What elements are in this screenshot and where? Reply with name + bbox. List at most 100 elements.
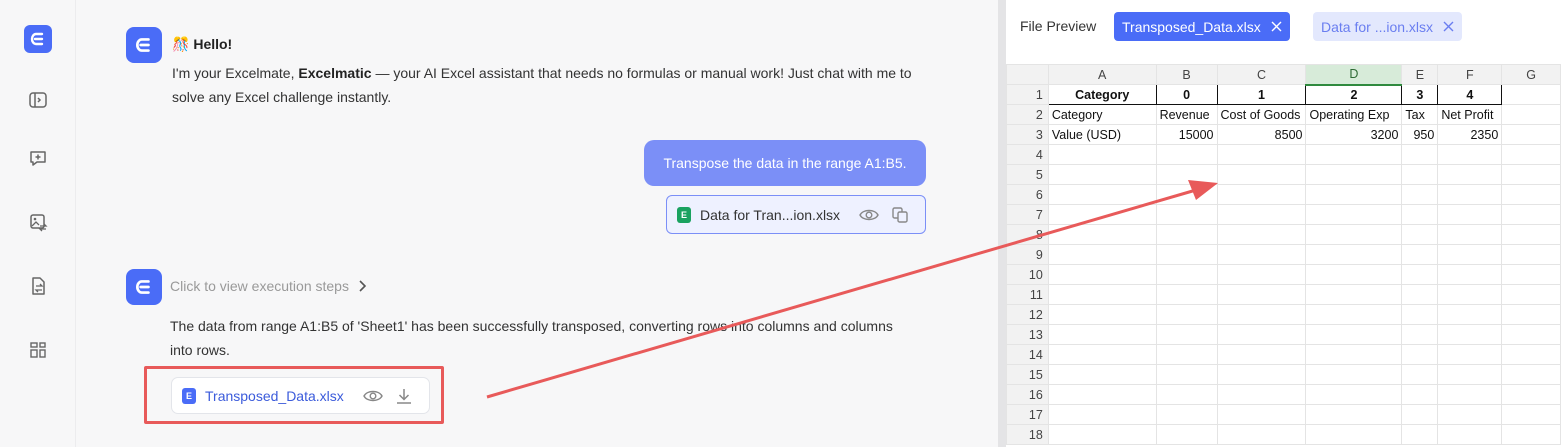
cell[interactable] — [1155, 244, 1218, 265]
cell[interactable]: Value (USD) — [1047, 124, 1157, 145]
cell[interactable] — [1437, 344, 1503, 365]
cell[interactable] — [1155, 224, 1218, 245]
row-header[interactable]: 12 — [1006, 304, 1049, 325]
cell[interactable]: 950 — [1401, 124, 1439, 145]
cell[interactable]: 3 — [1401, 84, 1439, 105]
cell[interactable] — [1047, 224, 1157, 245]
cell[interactable] — [1047, 244, 1157, 265]
cell[interactable]: Net Profit — [1437, 104, 1503, 125]
cell[interactable] — [1501, 364, 1561, 385]
cell[interactable] — [1401, 364, 1439, 385]
panel-toggle-icon[interactable] — [27, 89, 49, 111]
cell[interactable] — [1216, 424, 1307, 445]
cell[interactable] — [1305, 344, 1403, 365]
cell[interactable] — [1047, 204, 1157, 225]
cell[interactable] — [1155, 284, 1218, 305]
cell[interactable] — [1501, 304, 1561, 325]
cell[interactable] — [1155, 264, 1218, 285]
image-convert-icon[interactable] — [27, 211, 49, 233]
close-icon[interactable] — [1271, 21, 1282, 32]
cell[interactable] — [1155, 324, 1218, 345]
cell[interactable] — [1155, 184, 1218, 205]
cell[interactable]: 8500 — [1216, 124, 1307, 145]
tab-transposed-data[interactable]: Transposed_Data.xlsx — [1114, 12, 1290, 41]
cell[interactable] — [1047, 424, 1157, 445]
cell[interactable] — [1501, 344, 1561, 365]
cell[interactable] — [1401, 424, 1439, 445]
cell[interactable] — [1216, 244, 1307, 265]
cell[interactable] — [1216, 264, 1307, 285]
cell[interactable] — [1047, 384, 1157, 405]
cell[interactable] — [1216, 204, 1307, 225]
cell[interactable] — [1155, 144, 1218, 165]
cell[interactable] — [1155, 164, 1218, 185]
cell[interactable] — [1401, 384, 1439, 405]
cell[interactable] — [1047, 164, 1157, 185]
cell[interactable] — [1305, 164, 1403, 185]
cell[interactable] — [1437, 364, 1503, 385]
cell[interactable]: 2350 — [1437, 124, 1503, 145]
cell[interactable] — [1501, 84, 1561, 105]
cell[interactable] — [1501, 404, 1561, 425]
download-icon[interactable] — [395, 387, 413, 405]
row-header[interactable]: 6 — [1006, 184, 1049, 205]
cell[interactable] — [1437, 264, 1503, 285]
cell[interactable] — [1501, 204, 1561, 225]
cell[interactable] — [1437, 304, 1503, 325]
cell[interactable] — [1047, 404, 1157, 425]
cell[interactable]: 15000 — [1155, 124, 1218, 145]
copy-icon[interactable] — [891, 206, 909, 224]
close-icon[interactable] — [1443, 21, 1454, 32]
cell[interactable] — [1401, 164, 1439, 185]
cell[interactable] — [1401, 224, 1439, 245]
row-header[interactable]: 4 — [1006, 144, 1049, 165]
column-header[interactable]: G — [1501, 64, 1561, 85]
cell[interactable] — [1305, 304, 1403, 325]
row-header[interactable]: 15 — [1006, 364, 1049, 385]
cell[interactable] — [1501, 324, 1561, 345]
cell[interactable] — [1216, 304, 1307, 325]
cell[interactable] — [1437, 284, 1503, 305]
cell[interactable] — [1401, 204, 1439, 225]
cell[interactable]: Category — [1047, 104, 1157, 125]
cell[interactable] — [1155, 404, 1218, 425]
preview-eye-icon[interactable] — [859, 206, 879, 224]
cell[interactable] — [1216, 144, 1307, 165]
cell[interactable] — [1216, 284, 1307, 305]
cell[interactable] — [1437, 144, 1503, 165]
cell[interactable] — [1437, 164, 1503, 185]
cell[interactable] — [1305, 144, 1403, 165]
cell[interactable]: Category — [1047, 84, 1157, 105]
cell[interactable] — [1216, 404, 1307, 425]
cell[interactable] — [1155, 384, 1218, 405]
cell[interactable] — [1047, 184, 1157, 205]
cell[interactable] — [1401, 264, 1439, 285]
cell[interactable] — [1501, 164, 1561, 185]
cell[interactable] — [1155, 344, 1218, 365]
row-header[interactable]: 5 — [1006, 164, 1049, 185]
row-header[interactable]: 9 — [1006, 244, 1049, 265]
output-file-name[interactable]: Transposed_Data.xlsx — [205, 388, 344, 404]
cell[interactable] — [1437, 424, 1503, 445]
cell[interactable] — [1437, 324, 1503, 345]
cell[interactable] — [1047, 264, 1157, 285]
column-header-selected[interactable]: D — [1305, 64, 1403, 86]
execution-steps-link[interactable]: Click to view execution steps — [170, 278, 367, 294]
cell[interactable] — [1401, 324, 1439, 345]
row-header[interactable]: 3 — [1006, 124, 1049, 145]
cell[interactable] — [1047, 144, 1157, 165]
cell[interactable] — [1047, 364, 1157, 385]
cell[interactable] — [1501, 224, 1561, 245]
cell[interactable] — [1401, 284, 1439, 305]
cell[interactable] — [1216, 384, 1307, 405]
row-header[interactable]: 17 — [1006, 404, 1049, 425]
cell[interactable] — [1437, 204, 1503, 225]
cell[interactable] — [1501, 124, 1561, 145]
cell[interactable] — [1305, 424, 1403, 445]
cell[interactable] — [1401, 304, 1439, 325]
user-attached-file[interactable]: E Data for Tran...ion.xlsx — [666, 195, 926, 234]
cell[interactable] — [1401, 144, 1439, 165]
cell[interactable]: Operating Exp — [1305, 104, 1403, 125]
cell[interactable] — [1437, 184, 1503, 205]
cell[interactable] — [1401, 184, 1439, 205]
